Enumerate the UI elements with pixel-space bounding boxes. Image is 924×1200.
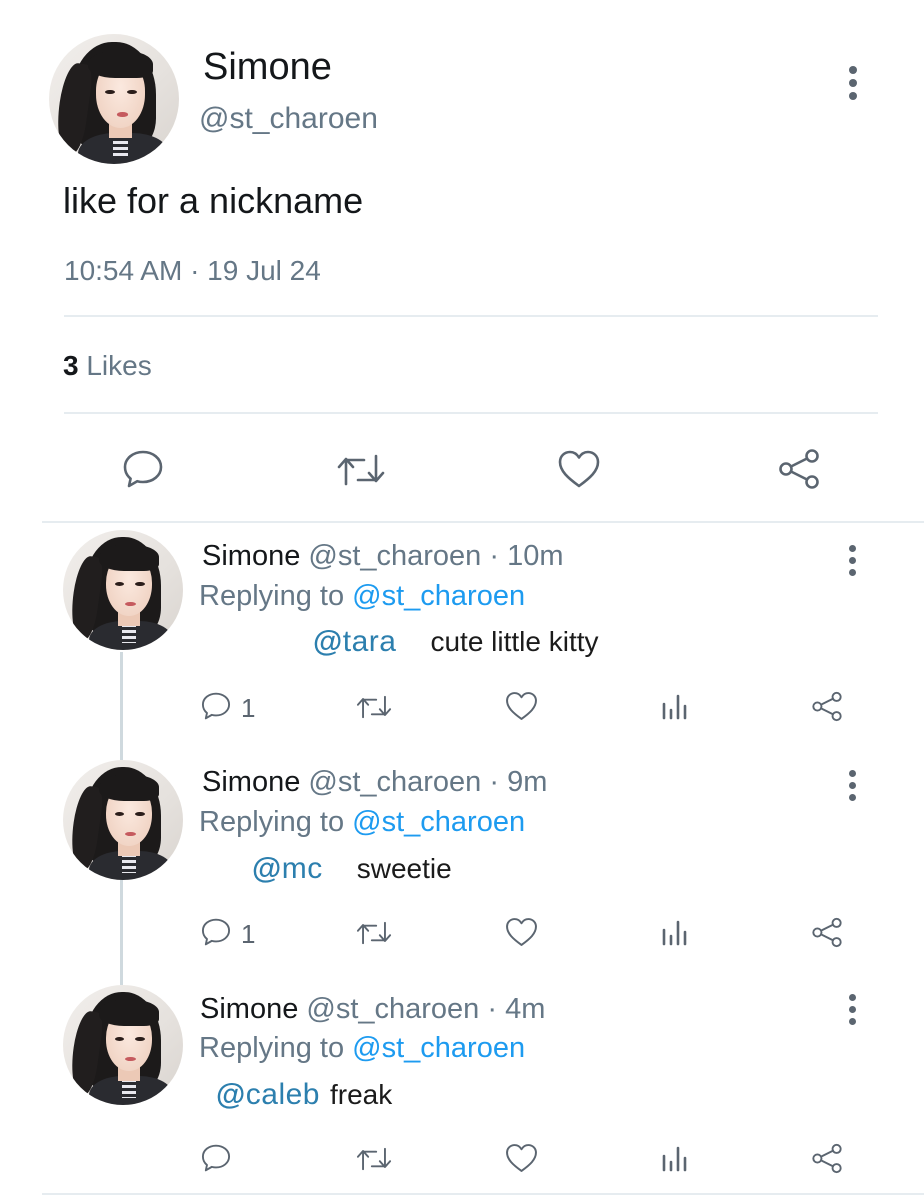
likes-stat[interactable]: 3 Likes — [63, 350, 152, 382]
analytics-icon[interactable] — [660, 1144, 690, 1174]
divider — [64, 412, 878, 414]
reply-icon[interactable] — [200, 690, 232, 722]
more-options-icon[interactable] — [849, 545, 857, 576]
reply-header[interactable]: Simone @st_charoen · 4m — [200, 993, 545, 1026]
mention-tag[interactable]: @mc — [252, 852, 323, 886]
heart-icon[interactable] — [504, 916, 539, 948]
threads-icon: @ — [216, 1078, 246, 1111]
reply-icon[interactable] — [121, 448, 165, 490]
author-handle[interactable]: @st_charoen — [199, 102, 378, 136]
mention-username: caleb — [245, 1078, 320, 1111]
replying-to: Replying to @st_charoen — [199, 580, 525, 613]
retweet-icon[interactable] — [355, 692, 393, 722]
mention-username: tara — [342, 625, 397, 658]
retweet-icon[interactable] — [335, 450, 387, 490]
replying-to: Replying to @st_charoen — [199, 806, 525, 839]
more-options-icon[interactable] — [849, 66, 857, 100]
reply-handle-time: @st_charoen · 9m — [308, 766, 548, 798]
reply-author-name: Simone — [202, 766, 301, 798]
reply-message: cute little kitty — [430, 626, 599, 657]
heart-icon[interactable] — [504, 1142, 539, 1174]
replying-handle-link[interactable]: @st_charoen — [352, 1032, 525, 1064]
mention-tag[interactable]: @tara — [313, 625, 396, 659]
author-avatar[interactable] — [49, 34, 179, 164]
tweet-timestamp[interactable]: 10:54 AM · 19 Jul 24 — [64, 255, 321, 287]
mention-sticker: @caleb freak — [216, 1078, 392, 1112]
replying-prefix: Replying to — [199, 806, 345, 838]
reply-author-name: Simone — [202, 540, 301, 572]
more-options-icon[interactable] — [849, 770, 857, 801]
replying-handle-link[interactable]: @st_charoen — [352, 580, 525, 612]
likes-label: Likes — [86, 350, 152, 381]
reply-header[interactable]: Simone @st_charoen · 10m — [202, 540, 564, 573]
author-name[interactable]: Simone — [203, 46, 332, 89]
heart-icon[interactable] — [556, 448, 602, 490]
share-icon[interactable] — [810, 916, 844, 949]
reply-message: sweetie — [356, 853, 452, 884]
divider — [64, 315, 878, 317]
thread-connector — [120, 880, 123, 985]
reply-avatar[interactable] — [63, 530, 183, 650]
reply-author-name: Simone — [200, 993, 299, 1025]
mention-sticker: @tara cute little kitty — [313, 625, 599, 659]
replying-prefix: Replying to — [199, 1032, 345, 1064]
reply-icon[interactable] — [200, 916, 232, 948]
reply-handle-time: @st_charoen · 4m — [306, 993, 546, 1025]
divider — [42, 521, 924, 523]
retweet-icon[interactable] — [355, 918, 393, 948]
threads-icon: @ — [313, 625, 343, 658]
replying-handle-link[interactable]: @st_charoen — [352, 806, 525, 838]
tweet-text: like for a nickname — [63, 180, 364, 221]
likes-count: 3 — [63, 350, 79, 381]
reply-message: freak — [329, 1079, 393, 1110]
reply-avatar[interactable] — [63, 760, 183, 880]
thread-connector — [120, 652, 123, 760]
analytics-icon[interactable] — [660, 918, 690, 948]
analytics-icon[interactable] — [660, 692, 690, 722]
reply-count: 1 — [241, 919, 256, 949]
retweet-icon[interactable] — [355, 1144, 393, 1174]
reply-count: 1 — [241, 693, 256, 723]
share-icon[interactable] — [810, 1142, 844, 1175]
mention-sticker: @mc sweetie — [252, 852, 452, 886]
replying-to: Replying to @st_charoen — [199, 1032, 525, 1065]
share-icon[interactable] — [810, 690, 844, 723]
reply-handle-time: @st_charoen · 10m — [308, 540, 564, 572]
threads-icon: @ — [252, 852, 282, 885]
replying-prefix: Replying to — [199, 580, 345, 612]
reply-header[interactable]: Simone @st_charoen · 9m — [202, 766, 547, 799]
mention-tag[interactable]: @caleb — [216, 1078, 320, 1112]
share-icon[interactable] — [776, 447, 822, 491]
reply-avatar[interactable] — [63, 985, 183, 1105]
mention-username: mc — [281, 852, 323, 885]
reply-icon[interactable] — [200, 1142, 232, 1174]
more-options-icon[interactable] — [849, 994, 857, 1025]
heart-icon[interactable] — [504, 690, 539, 722]
divider — [42, 1193, 924, 1195]
